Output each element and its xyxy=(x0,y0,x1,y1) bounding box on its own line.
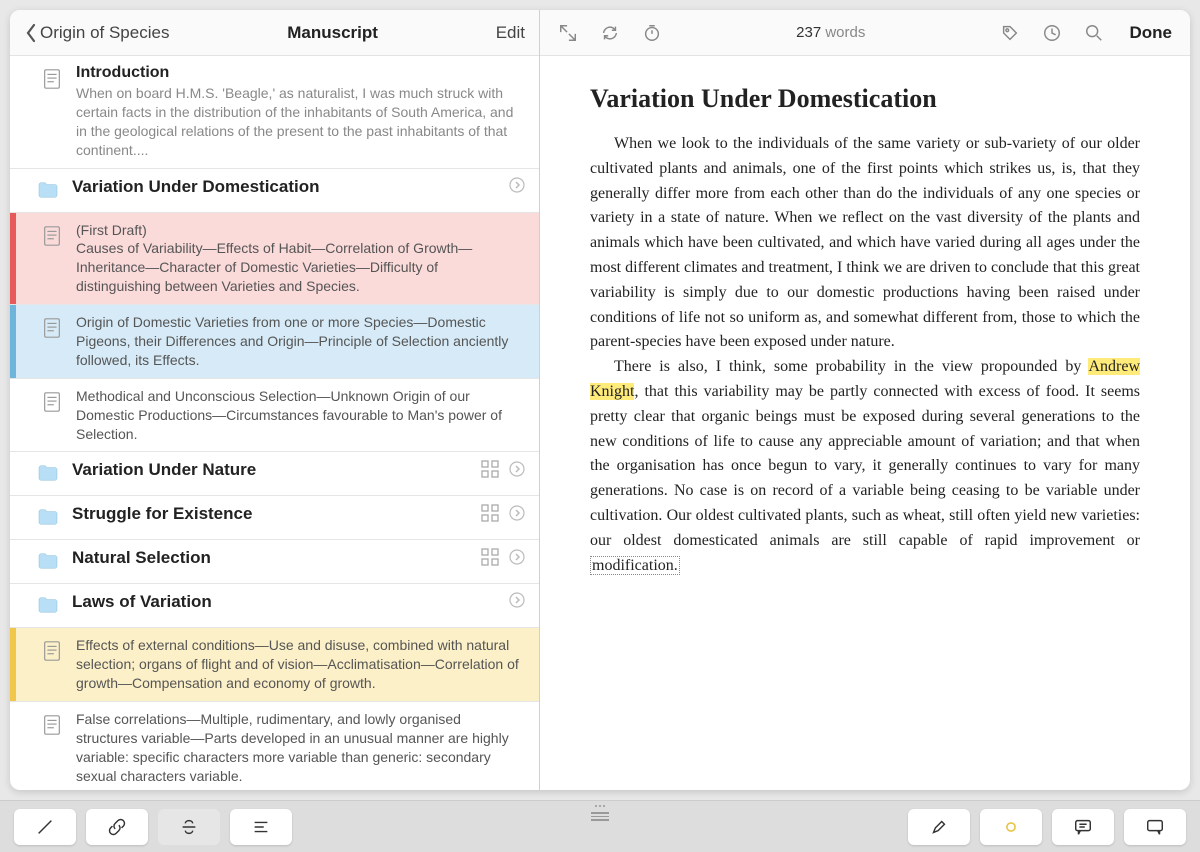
align-left-icon xyxy=(251,817,271,837)
label-button[interactable] xyxy=(980,809,1042,845)
folder-icon xyxy=(36,508,60,526)
chevron-right-icon xyxy=(509,461,525,477)
editor-pane: 237 words Done Variation Under Domestica… xyxy=(540,10,1190,790)
binder-title: Manuscript xyxy=(169,23,495,43)
expand-icon[interactable] xyxy=(558,23,578,43)
outline-list[interactable]: Introduction When on board H.M.S. 'Beagle… xyxy=(10,56,539,790)
grid-icon xyxy=(481,460,499,478)
chapter-title: Struggle for Existence xyxy=(72,504,473,524)
outline-document[interactable]: Methodical and Unconscious Selection—Unk… xyxy=(10,379,539,453)
outline-document[interactable]: False correlations—Multiple, rudimentary… xyxy=(10,702,539,790)
strikethrough-icon xyxy=(179,817,199,837)
inspector-button[interactable] xyxy=(1124,809,1186,845)
document-icon xyxy=(40,225,64,247)
item-synopsis: When on board H.M.S. 'Beagle,' as natura… xyxy=(76,84,525,160)
highlighter-icon xyxy=(929,817,949,837)
document-paragraph: When we look to the individuals of the s… xyxy=(590,132,1140,355)
document-heading: Variation Under Domestication xyxy=(590,84,1140,114)
chevron-left-icon xyxy=(24,23,38,43)
folder-icon xyxy=(36,464,60,482)
outline-document[interactable]: Origin of Domestic Varieties from one or… xyxy=(10,305,539,379)
tag-icon[interactable] xyxy=(1000,23,1020,43)
binder-pane: Origin of Species Manuscript Edit Introd… xyxy=(10,10,540,790)
strikethrough-button[interactable] xyxy=(158,809,220,845)
folder-icon xyxy=(36,552,60,570)
chapter-title: Laws of Variation xyxy=(72,592,501,612)
item-synopsis: (First Draft)Causes of Variability—Effec… xyxy=(76,221,525,297)
binder-header: Origin of Species Manuscript Edit xyxy=(10,10,539,56)
item-title: Introduction xyxy=(76,64,525,82)
folder-icon xyxy=(36,181,60,199)
document-paragraph: There is also, I think, some probability… xyxy=(590,355,1140,578)
link-button[interactable] xyxy=(86,809,148,845)
search-icon[interactable] xyxy=(1084,23,1104,43)
folder-icon xyxy=(36,596,60,614)
bottom-toolbar xyxy=(0,800,1200,852)
outline-folder[interactable]: Variation Under Domestication xyxy=(10,169,539,213)
outline-document[interactable]: Effects of external conditions—Use and d… xyxy=(10,628,539,702)
document-icon xyxy=(40,714,64,736)
outline-document[interactable]: (First Draft)Causes of Variability—Effec… xyxy=(10,213,539,306)
editor-content[interactable]: Variation Under Domestication When we lo… xyxy=(540,56,1190,790)
chevron-right-icon xyxy=(509,505,525,521)
chevron-right-icon xyxy=(509,177,525,193)
highlighter-button[interactable] xyxy=(908,809,970,845)
pencil-icon xyxy=(35,817,55,837)
item-synopsis: Methodical and Unconscious Selection—Unk… xyxy=(76,387,525,444)
chevron-right-icon xyxy=(509,549,525,565)
selection-box: modification. xyxy=(590,556,680,575)
document-icon xyxy=(40,317,64,339)
word-count: 237 words xyxy=(662,24,1000,41)
link-icon xyxy=(107,817,127,837)
item-synopsis: Effects of external conditions—Use and d… xyxy=(76,636,525,693)
comment-button[interactable] xyxy=(1052,809,1114,845)
outline-document[interactable]: Introduction When on board H.M.S. 'Beagle… xyxy=(10,56,539,169)
chapter-title: Variation Under Domestication xyxy=(72,177,501,197)
back-button[interactable]: Origin of Species xyxy=(24,23,169,43)
grid-icon xyxy=(481,548,499,566)
chevron-right-icon xyxy=(509,592,525,608)
back-title: Origin of Species xyxy=(40,23,169,43)
speech-bubble-icon xyxy=(1145,817,1165,837)
document-icon xyxy=(40,640,64,662)
item-synopsis: False correlations—Multiple, rudimentary… xyxy=(76,710,525,786)
format-pencil-button[interactable] xyxy=(14,809,76,845)
comment-bubble-icon xyxy=(1073,817,1093,837)
chapter-title: Natural Selection xyxy=(72,548,473,568)
circle-icon xyxy=(1002,818,1020,836)
chapter-title: Variation Under Nature xyxy=(72,460,473,480)
drag-handle[interactable] xyxy=(591,805,609,823)
done-button[interactable]: Done xyxy=(1130,23,1173,43)
editor-header: 237 words Done xyxy=(540,10,1190,56)
history-icon[interactable] xyxy=(1042,23,1062,43)
document-icon xyxy=(40,68,64,90)
grid-icon xyxy=(481,504,499,522)
outline-folder[interactable]: Struggle for Existence xyxy=(10,496,539,540)
sync-icon[interactable] xyxy=(600,23,620,43)
outline-folder[interactable]: Variation Under Nature xyxy=(10,452,539,496)
outline-folder[interactable]: Laws of Variation xyxy=(10,584,539,628)
item-synopsis: Origin of Domestic Varieties from one or… xyxy=(76,313,525,370)
outline-folder[interactable]: Natural Selection xyxy=(10,540,539,584)
align-button[interactable] xyxy=(230,809,292,845)
document-icon xyxy=(40,391,64,413)
edit-button[interactable]: Edit xyxy=(496,23,525,43)
timer-icon[interactable] xyxy=(642,23,662,43)
